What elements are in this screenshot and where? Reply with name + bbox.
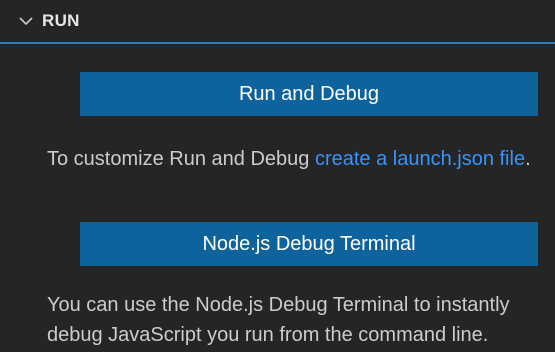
node-debug-description: You can use the Node.js Debug Terminal t… — [47, 294, 510, 346]
chevron-down-icon — [18, 13, 34, 29]
customize-instructions: To customize Run and Debug create a laun… — [47, 144, 547, 174]
customize-prefix: To customize Run and Debug — [47, 148, 315, 170]
run-section-header[interactable]: RUN — [0, 0, 555, 44]
create-launch-json-link[interactable]: create a launch.json file — [315, 148, 525, 170]
node-debug-terminal-button[interactable]: Node.js Debug Terminal — [80, 222, 538, 266]
section-title: RUN — [42, 11, 80, 30]
run-and-debug-button[interactable]: Run and Debug — [80, 72, 538, 116]
customize-suffix: . — [525, 148, 531, 170]
